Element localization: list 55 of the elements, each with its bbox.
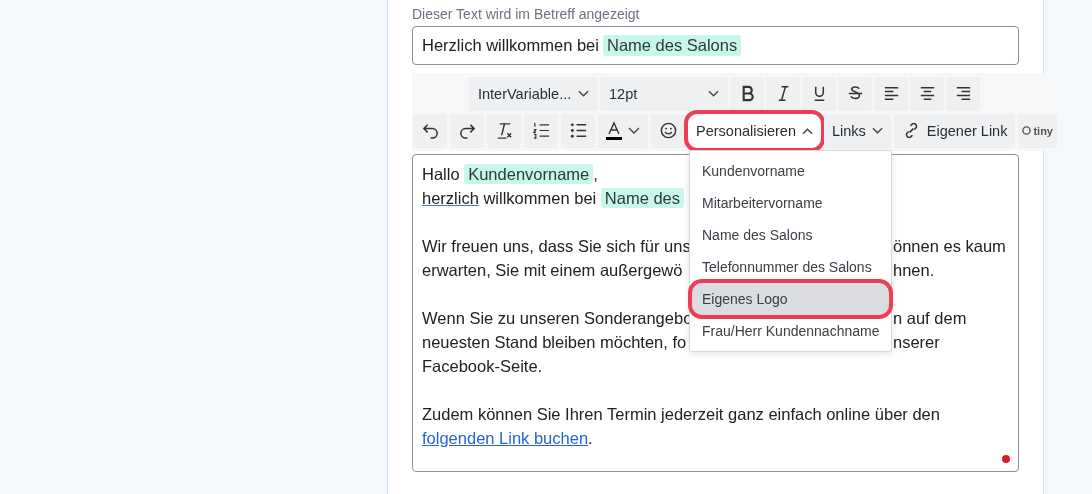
text-link[interactable]: folgenden Link buchen [422,428,589,447]
chevron-down-icon [578,89,589,98]
bullet-list-icon [568,121,588,140]
subject-hint: Dieser Text wird im Betreff angezeigt [412,6,641,24]
redo-button[interactable] [450,113,484,148]
body-text: Wenn Sie zu unseren Sonderangebo [422,308,693,327]
placeholder-chip: Name des Salons [602,35,742,56]
body-text: Zudem können Sie Ihren Termin jederzeit ganz einfach online über den [422,404,940,423]
font-select[interactable]: InterVariable... [469,76,598,111]
text-color-icon [605,120,641,141]
emoji-button[interactable] [651,113,685,148]
bold-button[interactable] [730,76,764,111]
body-text: . [588,428,593,447]
menu-button[interactable]: Links [823,113,891,148]
body-text: Hallo [422,164,461,183]
ring-icon [1022,126,1032,135]
bullet-list-button[interactable] [561,113,595,148]
body-text: erwarten, Sie mit einem außergewö [422,260,683,279]
body-text: n auf dem [893,308,968,328]
clear-format-button[interactable] [487,113,521,148]
body-text: önnen es kaum [893,236,1007,256]
menu-item[interactable]: Name des Salons [690,219,891,251]
font-size-select[interactable]: 12pt [600,76,728,111]
body-text: Facebook-Seite. [422,356,543,375]
align-right-button[interactable] [946,76,980,111]
body-text: neuesten Stand bleiben möchten, fo [422,332,687,351]
placeholder-chip: Name des [600,187,685,208]
strikethrough-button[interactable] [838,76,872,111]
align-center-button[interactable] [910,76,944,111]
body-text: herzlich [422,188,479,207]
placeholder-chip: Kundenvorname [464,163,594,184]
smiley-icon [658,121,678,140]
subject-text: Herzlich willkommen bei [422,36,599,55]
align-left-button[interactable] [874,76,908,111]
text-color-button[interactable] [598,113,648,148]
numbered-list-icon [531,121,551,140]
chevron-down-icon [801,126,813,135]
underline-button[interactable] [802,76,836,111]
body-text: Wir freuen uns, dass Sie sich für uns [422,236,691,255]
numbered-list-button[interactable] [524,113,558,148]
italic-button[interactable] [766,76,800,111]
custom-link-button[interactable]: Eigener Link [893,113,1016,148]
undo-button[interactable] [413,113,447,148]
menu-item[interactable]: Mitarbeitervorname [690,187,891,219]
body-text: willkommen bei [482,188,598,207]
tiny-logo-button[interactable]: tiny [1018,113,1057,148]
chevron-down-icon [871,126,883,135]
body-text: , [593,164,598,183]
menu-item[interactable]: Frau/Herr Kundennachname [690,315,891,347]
body-text: hnen. [893,260,936,280]
menu-item[interactable]: Telefonnummer des Salons [690,251,891,283]
chevron-down-icon [708,89,719,98]
menu-item[interactable]: Kundenvorname [690,155,891,187]
subject-field[interactable]: Herzlich willkommen bei Name des Salons [412,26,1019,65]
body-text: nserer [893,332,941,352]
